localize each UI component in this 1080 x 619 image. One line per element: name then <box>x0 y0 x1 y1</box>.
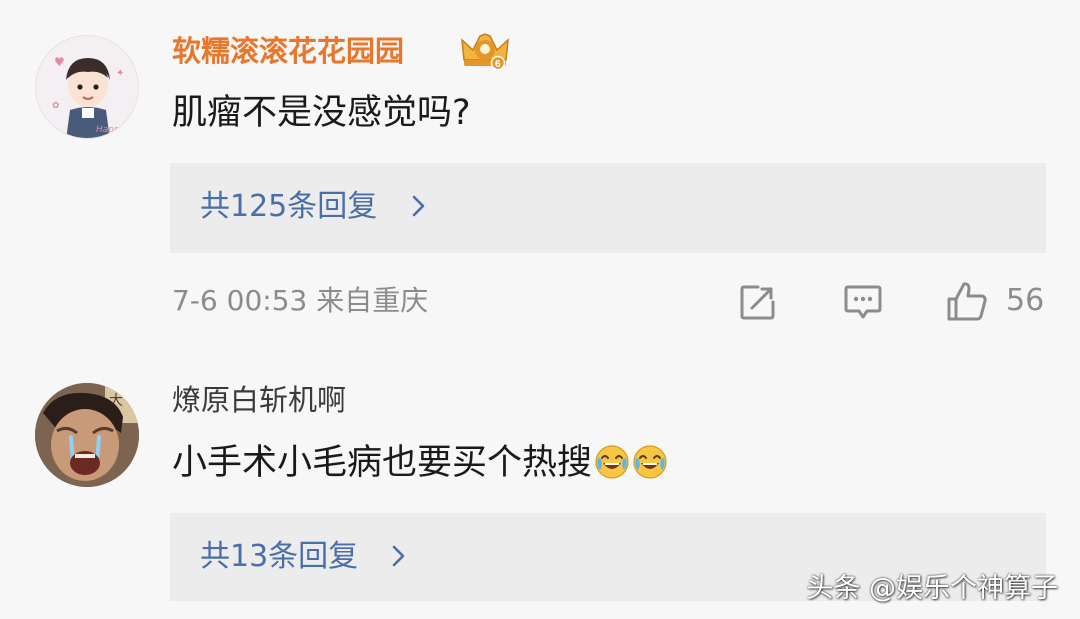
comment-thread: ♥ ✦ ✿ Happy 软糯滚滚花花园园 6 肌瘤不是没感觉吗? 共125条回复… <box>0 0 1080 619</box>
thumbs-up-icon[interactable] <box>945 279 989 323</box>
crown-badge-icon: 6 <box>458 30 512 72</box>
user-avatar[interactable]: ♥ ✦ ✿ Happy <box>35 35 139 139</box>
svg-text:✿: ✿ <box>52 101 60 111</box>
comment-text: 小手术小毛病也要买个热搜 <box>172 442 668 484</box>
user-avatar[interactable]: 大 <box>35 383 139 487</box>
view-replies-button[interactable]: 共125条回复 <box>170 163 1046 253</box>
share-icon[interactable] <box>738 282 778 322</box>
comment-username[interactable]: 软糯滚滚花花园园 <box>172 34 404 68</box>
comment-timestamp-location: 7-6 00:53 来自重庆 <box>172 284 429 317</box>
laugh-cry-emoji-icon <box>595 445 629 479</box>
comment-icon[interactable] <box>843 283 883 321</box>
svg-text:6: 6 <box>495 59 501 70</box>
svg-text:✦: ✦ <box>116 68 124 79</box>
svg-text:♥: ♥ <box>54 55 65 69</box>
source-watermark: 头条 @娱乐个神算子 <box>806 573 1058 604</box>
svg-text:Happy: Happy <box>96 125 126 135</box>
reply-count-label: 共13条回复 <box>200 539 359 574</box>
comment-username[interactable]: 燎原白斩机啊 <box>172 383 346 417</box>
laugh-cry-emoji-icon <box>633 445 667 479</box>
cartoon-boy-avatar-icon: ♥ ✦ ✿ Happy <box>36 36 138 138</box>
chevron-right-icon <box>392 545 405 567</box>
reply-count-label: 共125条回复 <box>200 189 378 224</box>
chevron-right-icon <box>412 195 425 217</box>
crying-man-avatar-icon: 大 <box>35 383 139 487</box>
comment-text: 肌瘤不是没感觉吗? <box>172 93 471 133</box>
comment-text-body: 小手术小毛病也要买个热搜 <box>172 443 593 483</box>
like-count: 56 <box>1006 283 1045 318</box>
